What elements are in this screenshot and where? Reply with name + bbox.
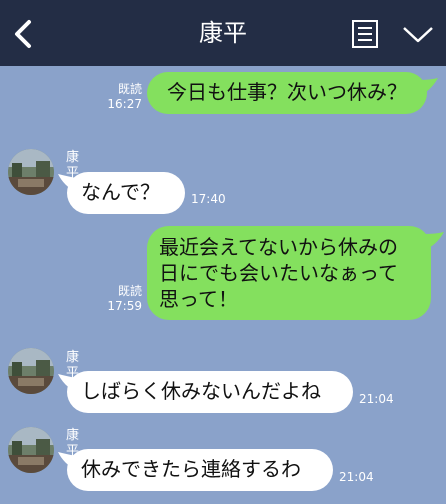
message-text: しばらく休みないんだよね (81, 379, 321, 403)
avatar-photo (8, 427, 54, 473)
message-bubble[interactable]: 休みできたら連絡するわ (67, 449, 333, 491)
message-text: 今日も仕事？次いつ休み？ (167, 80, 407, 104)
message-time: 21:04 (359, 392, 394, 406)
avatar-photo (8, 348, 54, 394)
chat-area[interactable]: 既読 16:27 今日も仕事？次いつ休み？ 康平 なんで？ 17:40 既読 1… (0, 66, 446, 504)
bubble-tail (424, 232, 444, 250)
avatar[interactable] (8, 348, 54, 394)
message-text: 休みできたら連絡するわ (81, 457, 301, 481)
message-bubble[interactable]: 最近会えてないから休みの 日にでも会いたいなぁって 思って！ (147, 226, 431, 320)
message-text-line: 思って！ (159, 287, 238, 311)
message-time: 17:59 (107, 299, 142, 313)
read-receipt: 既読 (117, 284, 142, 298)
message-text: なんで？ (81, 180, 160, 204)
message-time: 17:40 (191, 192, 226, 206)
chevron-down-icon (403, 27, 433, 43)
message-time: 16:27 (107, 97, 142, 111)
dropdown-button[interactable] (401, 22, 435, 46)
read-receipt: 既読 (117, 82, 142, 96)
chat-header: 康平 (0, 0, 446, 66)
bubble-tail (418, 78, 438, 96)
message-bubble[interactable]: なんで？ (67, 172, 185, 214)
menu-button[interactable] (351, 20, 379, 48)
message-text-line: 日にでも会いたいなぁって (159, 261, 398, 285)
menu-list-icon (352, 20, 378, 48)
message-bubble[interactable]: しばらく休みないんだよね (67, 371, 353, 413)
avatar[interactable] (8, 427, 54, 473)
avatar[interactable] (8, 149, 54, 195)
avatar-photo (8, 149, 54, 195)
message-bubble[interactable]: 今日も仕事？次いつ休み？ (147, 72, 427, 114)
message-text-line: 最近会えてないから休みの (159, 235, 398, 259)
chat-title: 康平 (199, 19, 247, 47)
message-time: 21:04 (339, 470, 374, 484)
